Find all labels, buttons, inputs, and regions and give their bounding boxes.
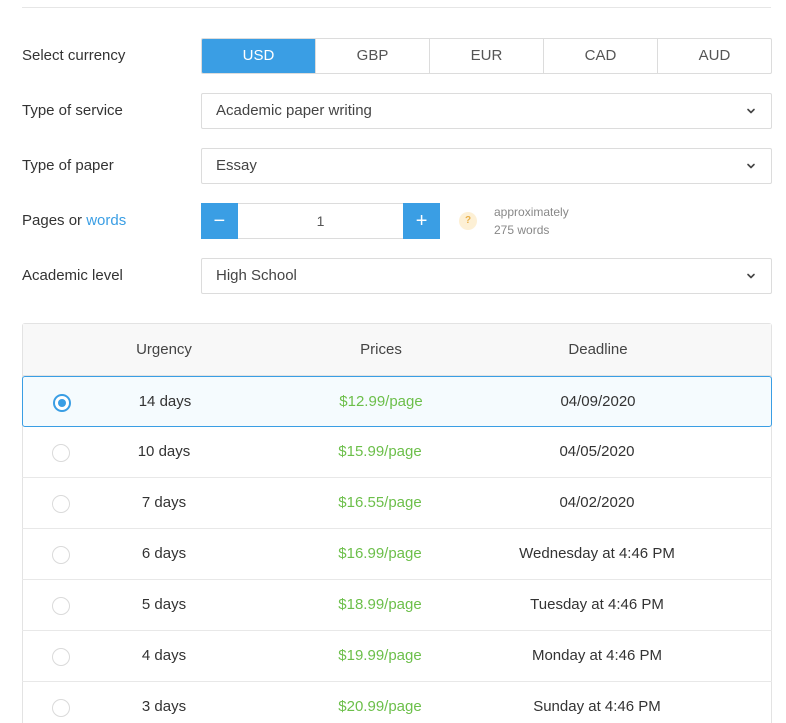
currency-label: Select currency [22,47,126,64]
currency-eur-button[interactable]: EUR [429,39,543,73]
radio-button[interactable] [52,699,70,717]
pages-input[interactable]: 1 [237,203,404,239]
urgency-cell: 14 days [138,393,192,410]
chevron-down-icon [747,273,755,279]
urgency-cell: 5 days [141,596,187,613]
radio-button[interactable] [52,546,70,564]
service-label: Type of service [22,102,123,119]
paper-select[interactable]: Essay [201,148,772,184]
radio-button[interactable] [52,495,70,513]
currency-usd-button[interactable]: USD [202,39,315,73]
deadline-cell: Tuesday at 4:46 PM [530,596,664,613]
pages-label: Pages or words [22,203,126,239]
table-row[interactable]: 14 days $12.99/page 04/09/2020 [22,376,772,427]
service-row: Type of service Academic paper writing [22,93,772,129]
radio-button[interactable] [53,394,71,412]
currency-row: Select currency USD GBP EUR CAD AUD [22,38,772,74]
level-row: Academic level High School [22,258,772,294]
currency-aud-button[interactable]: AUD [657,39,771,73]
table-header: Urgency Prices Deadline [23,324,771,376]
price-cell: $16.55/page [338,494,422,511]
top-divider [22,7,771,8]
paper-label: Type of paper [22,157,114,174]
table-row[interactable]: 7 days $16.55/page 04/02/2020 [22,478,772,529]
table-row[interactable]: 5 days $18.99/page Tuesday at 4:46 PM [22,580,772,631]
header-urgency: Urgency [136,341,192,358]
pages-label-text: Pages or [22,212,83,229]
urgency-table: Urgency Prices Deadline 14 days $12.99/p… [22,323,772,723]
currency-gbp-button[interactable]: GBP [315,39,429,73]
question-icon[interactable]: ? [459,212,477,230]
urgency-cell: 10 days [137,443,191,460]
service-select[interactable]: Academic paper writing [201,93,772,129]
decrement-button[interactable]: − [201,203,238,239]
word-estimate-line1: approximately [494,205,569,219]
level-label: Academic level [22,267,123,284]
increment-button[interactable]: + [403,203,440,239]
table-row[interactable]: 4 days $19.99/page Monday at 4:46 PM [22,631,772,682]
deadline-cell: Monday at 4:46 PM [531,647,663,664]
deadline-cell: Wednesday at 4:46 PM [519,545,675,562]
urgency-cell: 3 days [141,698,187,715]
deadline-cell: Sunday at 4:46 PM [533,698,661,715]
urgency-cell: 7 days [141,494,187,511]
word-estimate: approximately 275 words [494,203,569,239]
urgency-cell: 6 days [141,545,187,562]
service-value: Academic paper writing [216,102,372,119]
pages-stepper: − 1 + [201,203,440,239]
price-cell: $19.99/page [338,647,422,664]
level-select[interactable]: High School [201,258,772,294]
chevron-down-icon [747,108,755,114]
deadline-cell: 04/05/2020 [559,443,635,460]
currency-selector: USD GBP EUR CAD AUD [201,38,772,74]
paper-row: Type of paper Essay [22,148,772,184]
price-cell: $12.99/page [339,393,423,410]
header-deadline: Deadline [568,341,628,358]
paper-value: Essay [216,157,257,174]
deadline-cell: 04/09/2020 [560,393,636,410]
pages-row: Pages or words − 1 + ? approximately 275… [22,203,772,239]
deadline-cell: 04/02/2020 [559,494,635,511]
price-cell: $20.99/page [338,698,422,715]
radio-button[interactable] [52,444,70,462]
words-link[interactable]: words [86,212,126,229]
currency-cad-button[interactable]: CAD [543,39,657,73]
radio-button[interactable] [52,648,70,666]
urgency-cell: 4 days [141,647,187,664]
table-row[interactable]: 6 days $16.99/page Wednesday at 4:46 PM [22,529,772,580]
word-estimate-line2: 275 words [494,223,550,237]
price-cell: $15.99/page [338,443,422,460]
chevron-down-icon [747,163,755,169]
price-cell: $16.99/page [338,545,422,562]
table-row[interactable]: 10 days $15.99/page 04/05/2020 [22,427,772,478]
table-row[interactable]: 3 days $20.99/page Sunday at 4:46 PM [22,682,772,723]
header-prices: Prices [360,341,402,358]
price-cell: $18.99/page [338,596,422,613]
level-value: High School [216,267,297,284]
radio-button[interactable] [52,597,70,615]
